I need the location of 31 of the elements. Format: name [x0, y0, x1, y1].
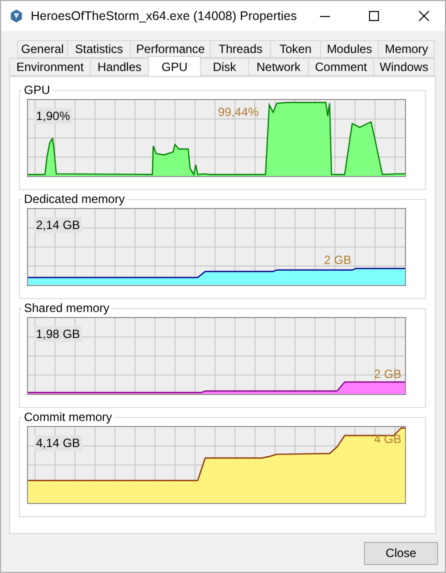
group-title: Shared memory — [23, 301, 110, 315]
current-value: 1,98 GB — [34, 326, 82, 342]
group-title: GPU — [23, 83, 52, 97]
current-value: 2,14 GB — [34, 217, 82, 233]
close-dialog-button[interactable]: Close — [364, 542, 438, 564]
tab[interactable]: Performance — [130, 40, 211, 58]
window-title: HeroesOfTheStorm_x64.exe (14008) Properties — [30, 9, 297, 23]
tab[interactable]: Disk — [200, 58, 249, 76]
group-title: Dedicated memory — [23, 192, 126, 206]
current-value: 4,14 GB — [34, 435, 82, 451]
peak-value: 2 GB — [374, 367, 402, 381]
tab[interactable]: Statistics — [67, 40, 131, 58]
tab[interactable]: GPU — [148, 56, 201, 76]
tab[interactable]: General — [17, 40, 68, 58]
tab[interactable]: Token — [270, 40, 321, 58]
peak-value: 2 GB — [324, 253, 352, 267]
tab[interactable]: Memory — [378, 40, 435, 58]
tab[interactable]: Windows — [373, 58, 435, 76]
tab[interactable]: Handles — [90, 58, 149, 76]
app-icon — [9, 8, 24, 24]
close-icon — [418, 11, 429, 21]
tab[interactable]: Comment — [308, 58, 374, 76]
peak-value: 4 GB — [374, 432, 402, 446]
tab[interactable]: Threads — [210, 40, 271, 58]
tab[interactable]: Environment — [9, 58, 91, 76]
group-title: Commit memory — [23, 410, 114, 424]
tab[interactable]: Network — [248, 58, 309, 76]
peak-value: 99,44% — [218, 105, 259, 119]
current-value: 1,90% — [34, 108, 72, 124]
tab[interactable]: Modules — [320, 40, 379, 58]
maximize-icon — [369, 11, 380, 21]
